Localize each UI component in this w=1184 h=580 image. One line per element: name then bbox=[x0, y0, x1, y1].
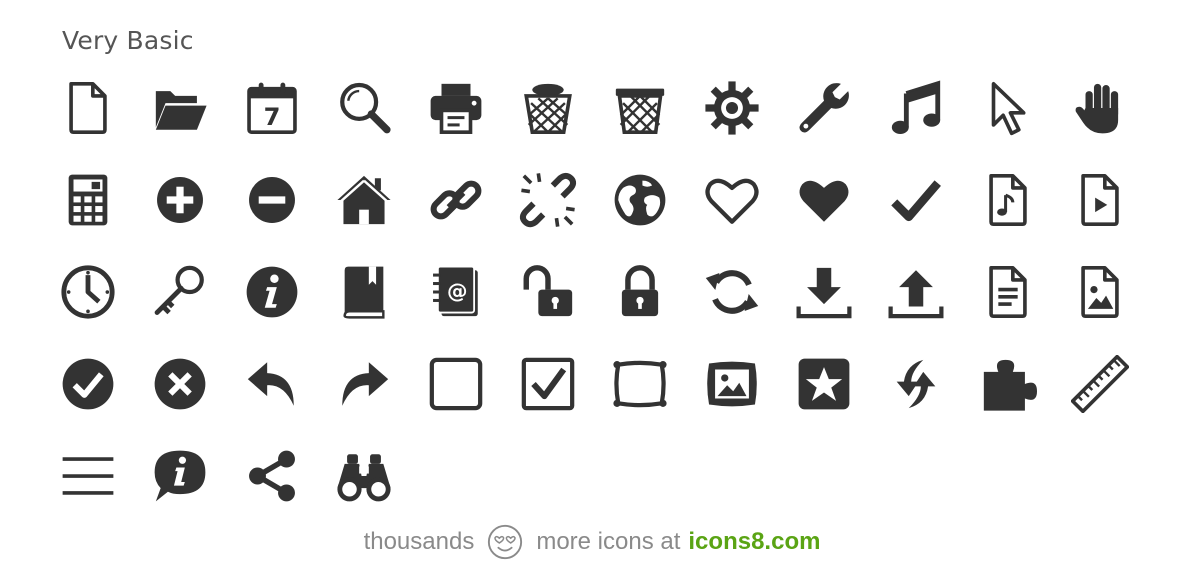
star-square-icon[interactable] bbox=[792, 352, 856, 416]
search-icon[interactable] bbox=[332, 76, 396, 140]
plus-circle-icon[interactable] bbox=[148, 168, 212, 232]
lock-open-icon[interactable] bbox=[516, 260, 580, 324]
ruler-icon[interactable] bbox=[1068, 352, 1132, 416]
puzzle-icon[interactable] bbox=[976, 352, 1040, 416]
trash-icon[interactable] bbox=[516, 76, 580, 140]
video-file-icon[interactable] bbox=[1068, 168, 1132, 232]
download-icon[interactable] bbox=[792, 260, 856, 324]
menu-icon[interactable] bbox=[56, 444, 120, 508]
framed-picture-icon[interactable] bbox=[700, 352, 764, 416]
folder-open-icon[interactable] bbox=[148, 76, 212, 140]
audio-file-icon[interactable] bbox=[976, 168, 1040, 232]
link-icon[interactable] bbox=[424, 168, 488, 232]
home-icon[interactable] bbox=[332, 168, 396, 232]
checkmark-icon[interactable] bbox=[884, 168, 948, 232]
calendar-icon[interactable]: 7 bbox=[240, 76, 304, 140]
binoculars-icon[interactable] bbox=[332, 444, 396, 508]
checkbox-checked-icon[interactable] bbox=[516, 352, 580, 416]
printer-icon[interactable] bbox=[424, 76, 488, 140]
share-icon[interactable] bbox=[240, 444, 304, 508]
cursor-icon[interactable] bbox=[976, 76, 1040, 140]
text-file-icon[interactable] bbox=[976, 260, 1040, 324]
heart-icon[interactable] bbox=[792, 168, 856, 232]
music-note-icon[interactable] bbox=[884, 76, 948, 140]
reply-icon[interactable] bbox=[240, 352, 304, 416]
gear-icon[interactable] bbox=[700, 76, 764, 140]
clock-icon[interactable] bbox=[56, 260, 120, 324]
icons8-link[interactable]: icons8.com bbox=[688, 528, 820, 556]
image-file-icon[interactable] bbox=[1068, 260, 1132, 324]
info-icon[interactable] bbox=[240, 260, 304, 324]
upload-icon[interactable] bbox=[884, 260, 948, 324]
svg-text:@: @ bbox=[447, 279, 468, 303]
footer-promo: thousands more icons at icons8.com bbox=[0, 522, 1184, 562]
trash-empty-icon[interactable] bbox=[608, 76, 672, 140]
checkbox-empty-icon[interactable] bbox=[424, 352, 488, 416]
sync-arrows-icon[interactable] bbox=[884, 352, 948, 416]
footer-middle-text: more icons at bbox=[536, 528, 681, 555]
key-icon[interactable] bbox=[148, 260, 212, 324]
globe-icon[interactable] bbox=[608, 168, 672, 232]
picture-frame-icon[interactable] bbox=[608, 352, 672, 416]
wrench-icon[interactable] bbox=[792, 76, 856, 140]
hand-icon[interactable] bbox=[1068, 76, 1132, 140]
minus-circle-icon[interactable] bbox=[240, 168, 304, 232]
document-icon[interactable] bbox=[56, 76, 120, 140]
refresh-icon[interactable] bbox=[700, 260, 764, 324]
book-icon[interactable] bbox=[332, 260, 396, 324]
calendar-day-text: 7 bbox=[264, 103, 281, 131]
lock-icon[interactable] bbox=[608, 260, 672, 324]
address-book-icon[interactable]: @ bbox=[424, 260, 488, 324]
check-circle-icon[interactable] bbox=[56, 352, 120, 416]
close-circle-icon[interactable] bbox=[148, 352, 212, 416]
heart-outline-icon[interactable] bbox=[700, 168, 764, 232]
page-title: Very Basic bbox=[62, 26, 194, 55]
unlink-icon[interactable] bbox=[516, 168, 580, 232]
forward-icon[interactable] bbox=[332, 352, 396, 416]
info-bubble-icon[interactable] bbox=[148, 444, 212, 508]
calculator-icon[interactable] bbox=[56, 168, 120, 232]
footer-prefix-text: thousands bbox=[363, 528, 475, 555]
heart-eyes-smiley-icon bbox=[488, 524, 523, 560]
